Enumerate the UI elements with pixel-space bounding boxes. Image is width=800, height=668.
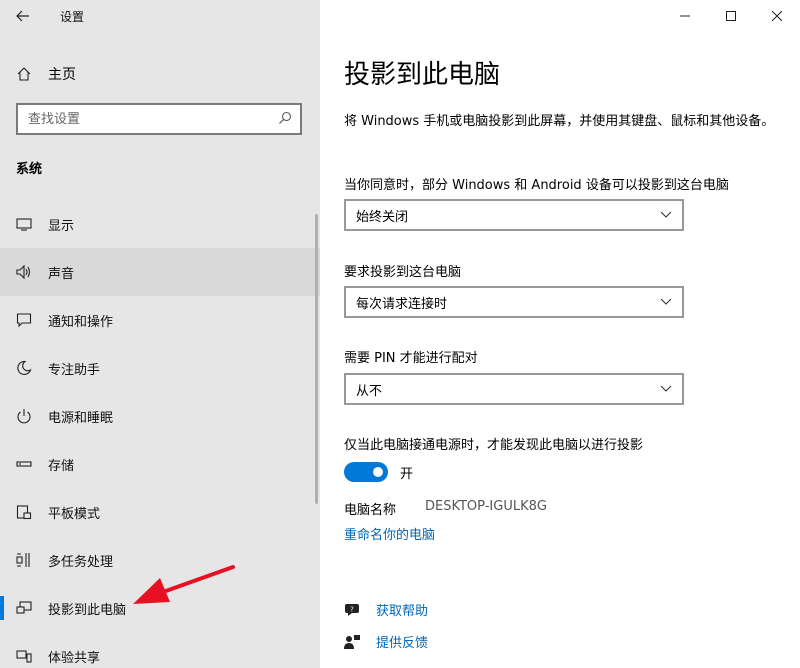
power-discover-toggle-row: 开 bbox=[344, 462, 413, 482]
get-help-link[interactable]: ? 获取帮助 bbox=[344, 600, 428, 619]
speaker-icon bbox=[0, 264, 48, 280]
feedback-label: 提供反馈 bbox=[376, 636, 429, 651]
main-content: 投影到此电脑 将 Windows 手机或电脑投影到此屏幕，并使用其键盘、鼠标和其… bbox=[320, 0, 800, 668]
project-icon bbox=[0, 600, 48, 616]
feedback-person-icon bbox=[344, 634, 376, 650]
toggle-state-label: 开 bbox=[400, 466, 414, 482]
back-arrow-icon bbox=[16, 10, 29, 22]
home-link[interactable]: 主页 bbox=[0, 56, 320, 92]
power-discover-toggle[interactable] bbox=[344, 462, 388, 482]
back-button[interactable] bbox=[0, 0, 46, 32]
power-icon bbox=[0, 408, 48, 424]
sidebar-item-label: 投影到此电脑 bbox=[48, 602, 127, 618]
storage-icon bbox=[0, 456, 48, 472]
sidebar-item-label: 专注助手 bbox=[48, 362, 101, 378]
svg-text:?: ? bbox=[350, 605, 354, 613]
sidebar-item-label: 电源和睡眠 bbox=[48, 410, 114, 426]
sidebar-item-display[interactable]: 显示 bbox=[0, 200, 320, 248]
home-label: 主页 bbox=[48, 67, 76, 83]
discoverability-label: 当你同意时，部分 Windows 和 Android 设备可以投影到这台电脑 bbox=[344, 178, 729, 193]
sidebar-item-notifications[interactable]: 通知和操作 bbox=[0, 296, 320, 344]
dropdown-value: 从不 bbox=[356, 383, 383, 399]
page-description: 将 Windows 手机或电脑投影到此屏幕，并使用其键盘、鼠标和其他设备。 bbox=[344, 114, 775, 129]
selection-indicator bbox=[0, 596, 4, 620]
tablet-icon bbox=[0, 504, 48, 520]
dropdown-value: 每次请求连接时 bbox=[356, 296, 448, 312]
maximize-icon bbox=[726, 11, 736, 21]
chevron-down-icon bbox=[660, 298, 672, 305]
monitor-icon bbox=[0, 216, 48, 232]
pc-name-label: 电脑名称 bbox=[344, 503, 397, 518]
pc-name-row: 电脑名称 DESKTOP-IGULK8G bbox=[344, 499, 547, 518]
chevron-down-icon bbox=[660, 385, 672, 392]
share-icon bbox=[0, 648, 48, 664]
home-icon bbox=[0, 66, 48, 82]
chevron-down-icon bbox=[660, 211, 672, 218]
sidebar-item-label: 通知和操作 bbox=[48, 314, 114, 330]
ask-to-project-dropdown[interactable]: 每次请求连接时 bbox=[344, 286, 684, 318]
minimize-icon bbox=[680, 15, 690, 17]
minimize-button[interactable] bbox=[662, 0, 708, 32]
search-icon[interactable] bbox=[278, 110, 292, 129]
search-box[interactable] bbox=[16, 103, 302, 135]
sidebar-item-tablet-mode[interactable]: 平板模式 bbox=[0, 488, 320, 536]
dropdown-value: 始终关闭 bbox=[356, 209, 409, 225]
toggle-knob bbox=[373, 467, 383, 477]
sidebar-item-focus-assist[interactable]: 专注助手 bbox=[0, 344, 320, 392]
page-title: 投影到此电脑 bbox=[344, 60, 501, 90]
sidebar-item-shared-experiences[interactable]: 体验共享 bbox=[0, 632, 320, 668]
help-chat-icon: ? bbox=[344, 602, 376, 618]
sidebar-item-label: 存储 bbox=[48, 458, 75, 474]
maximize-button[interactable] bbox=[708, 0, 754, 32]
sidebar-item-power[interactable]: 电源和睡眠 bbox=[0, 392, 320, 440]
notification-icon bbox=[0, 312, 48, 328]
get-help-label: 获取帮助 bbox=[376, 604, 429, 619]
sidebar-item-label: 显示 bbox=[48, 218, 75, 234]
sidebar-item-storage[interactable]: 存储 bbox=[0, 440, 320, 488]
feedback-link[interactable]: 提供反馈 bbox=[344, 632, 428, 651]
rename-pc-link[interactable]: 重命名你的电脑 bbox=[344, 524, 435, 543]
window-controls bbox=[662, 0, 800, 32]
pc-name-value: DESKTOP-IGULK8G bbox=[425, 499, 547, 514]
discoverability-dropdown[interactable]: 始终关闭 bbox=[344, 199, 684, 231]
power-discover-label: 仅当此电脑接通电源时，才能发现此电脑以进行投影 bbox=[344, 438, 644, 453]
section-label: 系统 bbox=[16, 162, 43, 177]
titlebar: 设置 bbox=[0, 0, 320, 32]
close-button[interactable] bbox=[754, 0, 800, 32]
sidebar-scrollbar[interactable] bbox=[315, 214, 318, 504]
multitask-icon bbox=[0, 552, 48, 568]
sidebar-item-sound[interactable]: 声音 bbox=[0, 248, 320, 296]
sidebar-item-multitasking[interactable]: 多任务处理 bbox=[0, 536, 320, 584]
search-input[interactable] bbox=[28, 111, 258, 127]
sidebar-item-project-to-pc[interactable]: 投影到此电脑 bbox=[0, 584, 320, 632]
sidebar-item-label: 声音 bbox=[48, 266, 75, 282]
moon-icon bbox=[0, 360, 48, 376]
require-pin-label: 需要 PIN 才能进行配对 bbox=[344, 351, 478, 366]
ask-to-project-label: 要求投影到这台电脑 bbox=[344, 265, 462, 280]
require-pin-dropdown[interactable]: 从不 bbox=[344, 373, 684, 405]
sidebar-item-label: 多任务处理 bbox=[48, 554, 114, 570]
close-icon bbox=[772, 11, 782, 21]
sidebar: 设置 主页 系统 显示 声音 通知和操作 bbox=[0, 0, 320, 668]
app-title: 设置 bbox=[60, 9, 85, 24]
sidebar-item-label: 体验共享 bbox=[48, 650, 101, 666]
sidebar-nav: 显示 声音 通知和操作 专注助手 电源和睡眠 存储 平板模式 多任务处理 投影到… bbox=[0, 200, 320, 668]
sidebar-item-label: 平板模式 bbox=[48, 506, 101, 522]
